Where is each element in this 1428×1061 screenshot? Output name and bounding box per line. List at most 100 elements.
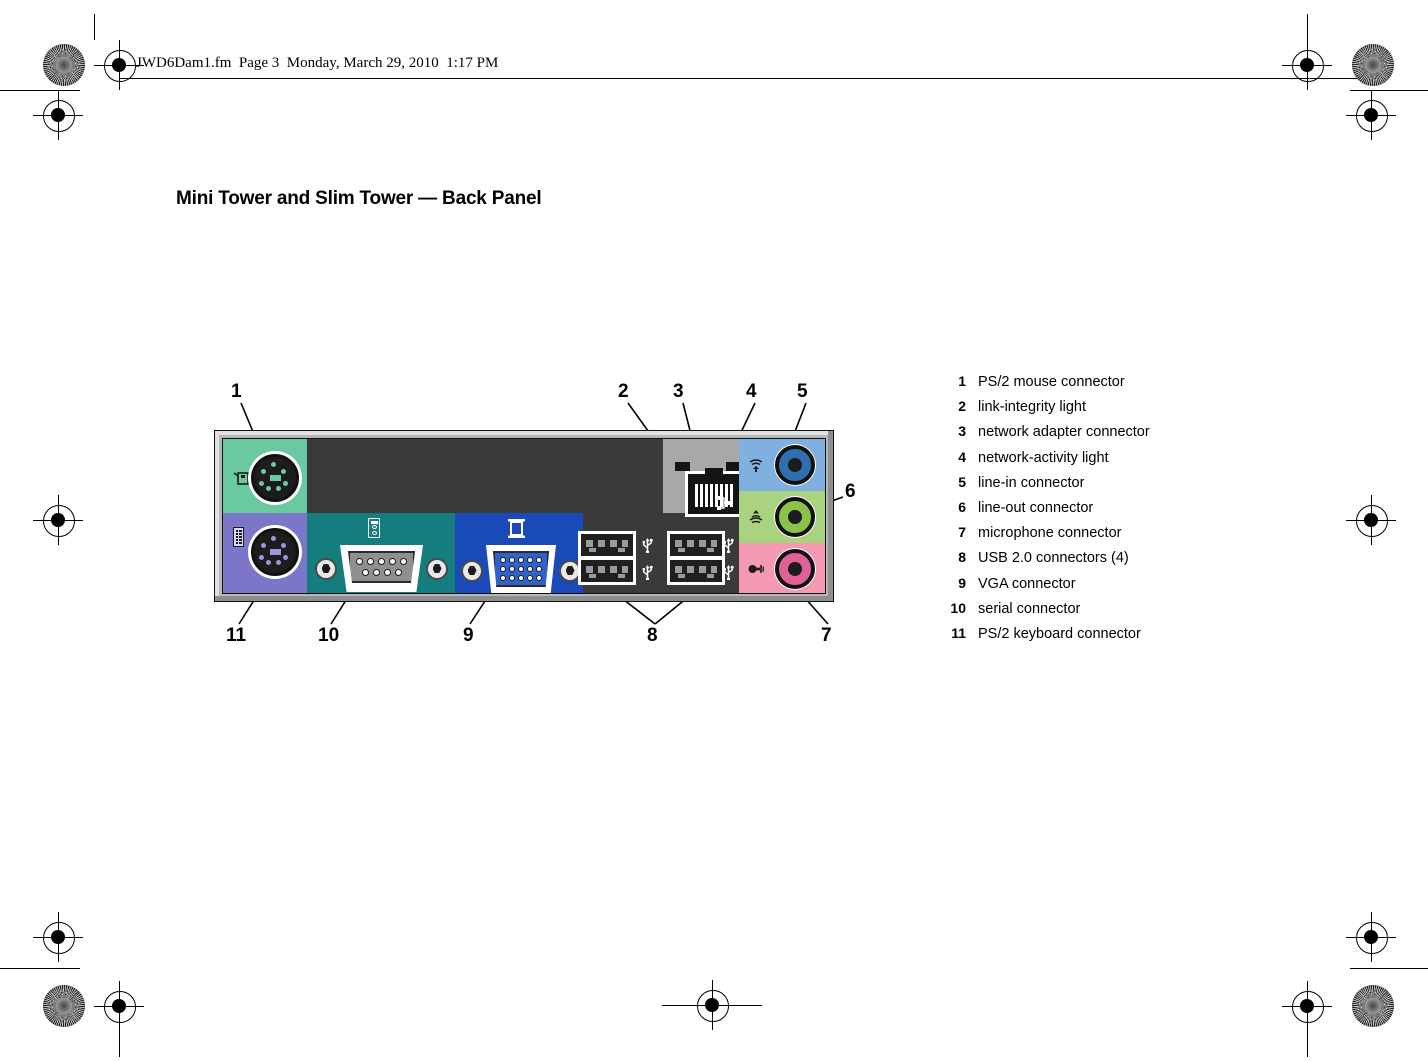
legend-list: 1 PS/2 mouse connector 2 link-integrity …	[936, 373, 1150, 650]
crop-mark-left-lower-horizontal	[0, 968, 80, 969]
legend-label: line-out connector	[978, 499, 1094, 516]
vga-shell	[486, 545, 556, 593]
usb-connector-pair-right[interactable]	[667, 531, 725, 585]
usb-port[interactable]	[581, 560, 633, 582]
legend-number: 11	[951, 624, 966, 641]
ps2-keyboard-connector[interactable]	[248, 525, 302, 579]
panel-face	[222, 438, 826, 594]
registration-rosette-top-right	[1352, 44, 1394, 86]
legend-item: 10 serial connector	[936, 600, 1150, 625]
crop-mark-top-rule	[119, 78, 1364, 79]
legend-label: line-in connector	[978, 474, 1085, 491]
serial-pin-housing	[348, 551, 415, 583]
legend-number: 1	[958, 373, 966, 389]
callout-6: 6	[845, 481, 856, 502]
back-panel-diagram	[214, 430, 834, 602]
usb-port[interactable]	[670, 534, 722, 556]
serial-shell	[340, 545, 423, 592]
legend-number: 9	[958, 574, 966, 591]
registration-target-left-upper	[33, 90, 83, 140]
registration-target-right-middle	[1346, 495, 1396, 545]
usb-port[interactable]	[581, 534, 633, 556]
registration-target-left-lower	[33, 912, 83, 962]
serial-screw-right	[426, 557, 448, 580]
legend-item: 2 link-integrity light	[936, 398, 1150, 423]
legend-label: network-activity light	[978, 449, 1109, 466]
legend-label: USB 2.0 connectors (4)	[978, 550, 1129, 567]
callout-1: 1	[231, 381, 242, 402]
keyboard-icon	[233, 527, 244, 547]
callout-2: 2	[618, 381, 629, 402]
crop-mark-bottom-right-vertical	[1307, 1031, 1308, 1057]
serial-screw-left	[315, 557, 337, 580]
legend-label: serial connector	[978, 600, 1081, 617]
usb-connector-pair-left[interactable]	[578, 531, 636, 585]
usb-icon	[723, 537, 734, 554]
microphone-icon	[748, 562, 764, 576]
line-in-connector[interactable]	[774, 444, 816, 486]
legend-number: 8	[958, 549, 966, 566]
legend-item: 9 VGA connector	[936, 575, 1150, 600]
legend-item: 11 PS/2 keyboard connector	[936, 625, 1150, 650]
crop-mark-right-lower-horizontal	[1350, 968, 1428, 969]
legend-label: microphone connector	[978, 525, 1122, 542]
crop-mark-bottom-center-horizontal	[662, 1005, 762, 1006]
callout-5: 5	[797, 381, 808, 402]
registration-target-bottom-left	[94, 981, 144, 1031]
legend-item: 7 microphone connector	[936, 524, 1150, 549]
legend-item: 5 line-in connector	[936, 474, 1150, 499]
serial-port-icon	[368, 518, 380, 538]
ps2-keyboard-socket	[251, 528, 299, 576]
legend-number: 10	[950, 599, 966, 616]
registration-target-right-lower	[1346, 912, 1396, 962]
callout-4: 4	[746, 381, 757, 402]
crop-mark-top-right-vertical	[1307, 14, 1308, 40]
legend-item: 4 network-activity light	[936, 449, 1150, 474]
vga-pin-housing	[493, 551, 549, 587]
crop-mark-top-left-vertical	[94, 14, 95, 40]
legend-item: 3 network adapter connector	[936, 423, 1150, 448]
legend-number: 5	[958, 473, 966, 490]
link-integrity-light	[675, 462, 690, 471]
registration-target-right-upper	[1346, 90, 1396, 140]
usb-icon	[723, 564, 734, 581]
legend-label: PS/2 mouse connector	[978, 374, 1125, 390]
registration-target-left-middle	[33, 495, 83, 545]
vga-connector[interactable]	[461, 545, 581, 593]
legend-label: PS/2 keyboard connector	[978, 625, 1141, 642]
network-adapter-connector[interactable]	[685, 468, 743, 517]
usb-icon	[642, 564, 653, 581]
callout-7: 7	[821, 625, 832, 646]
usb-port[interactable]	[670, 560, 722, 582]
legend-label: network adapter connector	[978, 424, 1150, 441]
callout-11: 11	[226, 625, 247, 646]
crop-mark-left-upper-horizontal	[0, 90, 80, 91]
crop-mark-right-upper-horizontal	[1350, 90, 1428, 91]
legend-item: 8 USB 2.0 connectors (4)	[936, 549, 1150, 574]
rj45-frame	[685, 468, 743, 517]
legend-number: 6	[958, 498, 966, 515]
usb-icon	[642, 537, 653, 554]
callout-3: 3	[673, 381, 684, 402]
line-out-connector[interactable]	[774, 496, 816, 538]
network-icon	[717, 495, 731, 511]
line-out-socket	[775, 497, 815, 537]
registration-rosette-bottom-left	[43, 985, 85, 1027]
registration-rosette-bottom-right	[1352, 985, 1394, 1027]
microphone-socket	[775, 549, 815, 589]
document-slug: JWD6Dam1.fm Page 3 Monday, March 29, 201…	[136, 55, 499, 71]
registration-target-top-right	[1282, 40, 1332, 90]
serial-connector[interactable]	[315, 545, 448, 592]
rj45-socket	[688, 468, 740, 514]
legend-label: VGA connector	[978, 575, 1076, 592]
line-in-icon	[748, 458, 764, 472]
legend-label: link-integrity light	[978, 399, 1086, 416]
microphone-connector[interactable]	[774, 548, 816, 590]
legend-item: 1 PS/2 mouse connector	[936, 373, 1150, 398]
legend-number: 4	[958, 448, 966, 465]
ps2-mouse-connector[interactable]	[248, 451, 302, 505]
vga-screw-left	[461, 559, 483, 582]
ps2-mouse-socket	[251, 454, 299, 502]
legend-number: 2	[958, 398, 966, 415]
registration-target-bottom-right	[1282, 981, 1332, 1031]
